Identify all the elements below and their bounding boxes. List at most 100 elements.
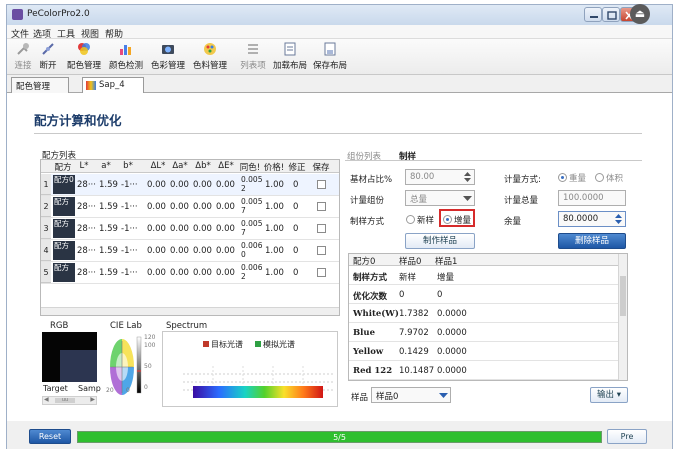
table-row[interactable]: 1 配方0 28··· 1.59 -1··· 0.00 0.00 0.00 0.… [41, 174, 339, 196]
spin-icon[interactable] [463, 171, 472, 183]
row-price: 1.00 [265, 202, 284, 212]
app-logo-icon [12, 9, 23, 20]
method-new-radio[interactable] [406, 215, 415, 224]
export-label: 输出 [597, 390, 615, 400]
spectrum-panel: Spectrum 目标光谱 模拟光谱 [162, 321, 340, 407]
calc-total-input[interactable]: 100.0000 [558, 190, 626, 206]
row-formula-name: 配方0 [54, 175, 74, 184]
row-dL: 0.00 [147, 202, 166, 212]
app-window: PeColorPro2.0 文件 选项 工具 视图 帮助 连接 断开 配色管理 [6, 4, 673, 449]
col-price: 价格! [263, 163, 285, 173]
substrate-ratio-input[interactable]: 80.00 [405, 169, 475, 185]
scroll-thumb[interactable]: uu [55, 398, 75, 403]
row-sample1-value: 0.0000 [437, 309, 467, 319]
row-index[interactable]: 2 [41, 196, 51, 217]
make-sample-button[interactable]: 制作样品 [405, 233, 475, 249]
row-price: 1.00 [265, 224, 284, 234]
color-detect-button[interactable]: 颜色检测 [107, 41, 145, 73]
save-layout-button[interactable]: 保存布局 [311, 41, 349, 73]
row-a: 1.59 [99, 180, 118, 190]
color-detect-label: 颜色检测 [108, 61, 143, 71]
color-manage-button[interactable]: 色彩管理 [149, 41, 187, 73]
tab-sap4[interactable]: Sap_4 [82, 77, 144, 93]
row-save-checkbox[interactable] [317, 246, 326, 255]
table-row[interactable]: Red 122 10.1487 0.0000 [349, 361, 619, 380]
row-L: 28··· [77, 224, 96, 234]
row-db: 0.00 [193, 224, 212, 234]
calc-group-select[interactable]: 总量 [405, 190, 475, 206]
row-index[interactable]: 1 [41, 174, 51, 195]
row-dE: 0.00 [216, 246, 235, 256]
cielab-tick-50: 50 [144, 363, 152, 370]
export-button[interactable]: 输出 ▾ [590, 387, 628, 403]
row-formula-name: 配方 [54, 263, 69, 272]
row-da: 0.00 [170, 202, 189, 212]
disconnect-button[interactable]: 断开 [36, 41, 60, 73]
col-b: b* [123, 161, 133, 171]
sap-tab-icon [86, 81, 96, 90]
sample-table-vscrollbar[interactable] [618, 254, 627, 380]
row-sample0-value: 0 [399, 290, 405, 300]
rgb-scrollbar[interactable]: ◀ uu ▶ [42, 396, 97, 405]
row-save-checkbox[interactable] [317, 202, 326, 211]
formula-table-hscrollbar[interactable] [41, 307, 339, 315]
pre-button[interactable]: Pre [607, 429, 647, 444]
row-index[interactable]: 5 [41, 262, 51, 283]
spin-icon[interactable] [614, 213, 623, 225]
scroll-right-icon[interactable]: ▶ [90, 396, 95, 403]
load-layout-label: 加载布局 [272, 61, 307, 71]
sample-select[interactable]: 样品0 [371, 387, 451, 403]
status-bar: Reset 5/5 Pre [7, 421, 672, 449]
colorant-manage-button[interactable]: 色料管理 [191, 41, 229, 73]
load-layout-button[interactable]: 加载布局 [271, 41, 309, 73]
row-a: 1.59 [99, 202, 118, 212]
table-row[interactable]: Blue 7.9702 0.0000 [349, 323, 619, 342]
colorant-manage-label: 色料管理 [192, 61, 227, 71]
table-row[interactable]: 2 配方 28··· 1.59 -1··· 0.00 0.00 0.00 0.0… [41, 196, 339, 218]
row-fix: 0 [293, 246, 299, 256]
target-spectrum-legend: 目标光谱 [211, 340, 243, 349]
spectrum-chart: 目标光谱 模拟光谱 [162, 331, 338, 407]
sample-select-label: 样品 [351, 393, 369, 403]
delete-sample-button[interactable]: 删除样品 [558, 233, 626, 249]
row-save-checkbox[interactable] [317, 224, 326, 233]
screen-record-icon[interactable]: ⏏ [630, 4, 650, 24]
minimize-button[interactable] [584, 7, 602, 22]
remain-input[interactable]: 80.0000 [558, 211, 626, 227]
table-row[interactable]: Yellow 0.1429 0.0000 [349, 342, 619, 361]
color-detect-icon [120, 45, 131, 55]
row-index[interactable]: 4 [41, 240, 51, 261]
row-save-checkbox[interactable] [317, 268, 326, 277]
row-save-checkbox[interactable] [317, 180, 326, 189]
maximize-button[interactable] [602, 7, 620, 22]
mode-volume-radio[interactable] [595, 173, 604, 182]
vscroll-thumb[interactable] [620, 276, 626, 316]
table-row[interactable]: 3 配方 28··· 1.59 -1··· 0.00 0.00 0.00 0.0… [41, 218, 339, 240]
row-sample1-value: 0.0000 [437, 347, 467, 357]
row-b: -1··· [121, 246, 138, 256]
list-items-button[interactable]: 列表项 [238, 41, 268, 73]
color-match-button[interactable]: 配色管理 [65, 41, 103, 73]
table-row[interactable]: 制样方式 新样 增量 [349, 266, 619, 285]
cielab-tick-left-0: 0 [126, 387, 130, 394]
row-metamerism: 0.0052 [241, 175, 263, 193]
color-match-icon [78, 43, 90, 55]
row-dL: 0.00 [147, 180, 166, 190]
table-row[interactable]: White(W) 1.7382 0.0000 [349, 304, 619, 323]
connect-icon [17, 43, 29, 55]
disconnect-icon [42, 43, 54, 55]
method-increment-radio[interactable] [443, 215, 452, 224]
table-row[interactable]: 5 配方 28··· 1.59 -1··· 0.00 0.00 0.00 0.0… [41, 262, 339, 284]
row-b: -1··· [121, 224, 138, 234]
scroll-left-icon[interactable]: ◀ [44, 396, 49, 403]
row-label: Red 122 [353, 366, 393, 376]
row-price: 1.00 [265, 180, 284, 190]
tab-color-match[interactable]: 配色管理 [11, 77, 69, 93]
mode-weight-radio[interactable] [558, 173, 567, 182]
app-title: PeColorPro2.0 [27, 9, 90, 19]
row-index[interactable]: 3 [41, 218, 51, 239]
reset-button[interactable]: Reset [29, 429, 71, 444]
table-row[interactable]: 优化次数 0 0 [349, 285, 619, 304]
connect-button[interactable]: 连接 [11, 41, 35, 73]
table-row[interactable]: 4 配方 28··· 1.59 -1··· 0.00 0.00 0.00 0.0… [41, 240, 339, 262]
